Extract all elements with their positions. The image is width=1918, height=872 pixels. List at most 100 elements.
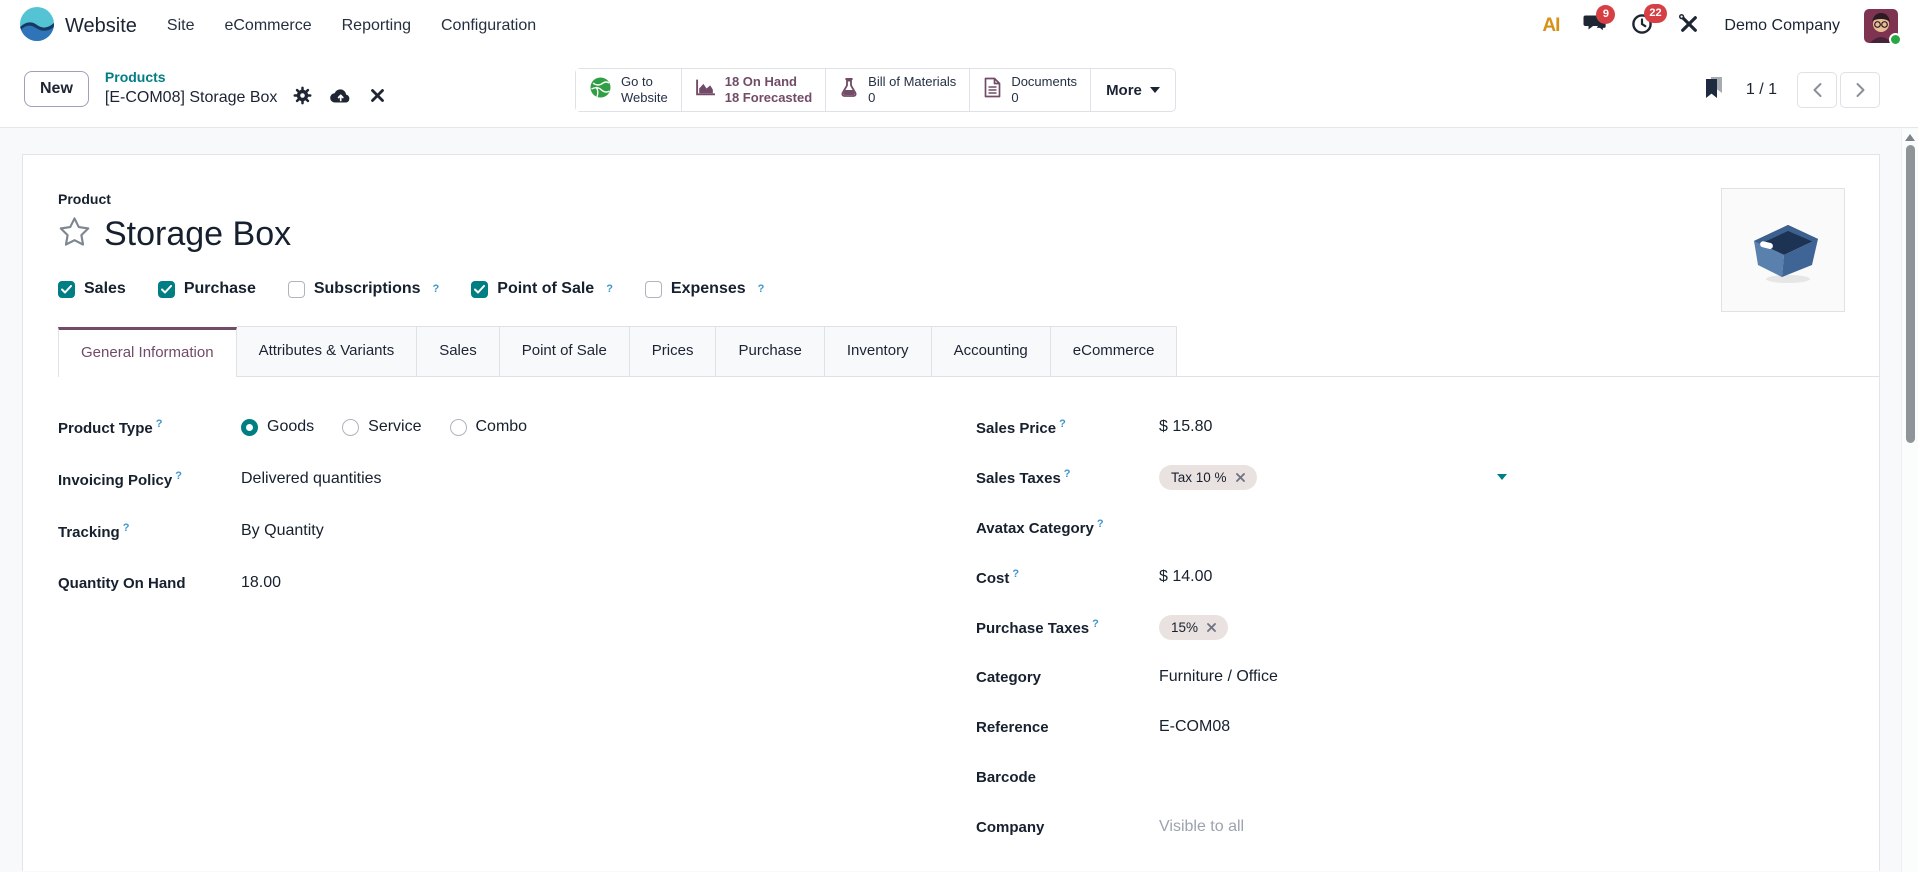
- company-selector[interactable]: Demo Company: [1724, 17, 1840, 35]
- checkbox[interactable]: [644, 280, 662, 298]
- help-icon[interactable]: ?: [606, 283, 613, 295]
- breadcrumb-products-link[interactable]: Products: [105, 68, 386, 86]
- field-category: Category Furniture / Office: [976, 663, 1819, 691]
- toggle-subscriptions[interactable]: Subscriptions?: [287, 280, 440, 298]
- favorite-star-icon[interactable]: [58, 216, 91, 253]
- toggle-sales[interactable]: Sales: [58, 280, 126, 298]
- new-button[interactable]: New: [24, 71, 89, 108]
- tracking-select[interactable]: By Quantity: [241, 522, 324, 540]
- tab-point-of-sale[interactable]: Point of Sale: [499, 326, 630, 376]
- nav-menu-configuration[interactable]: Configuration: [441, 17, 536, 35]
- pager-previous-button[interactable]: [1797, 71, 1837, 108]
- tag-remove-icon[interactable]: [1207, 622, 1216, 632]
- nav-menu-ecommerce[interactable]: eCommerce: [224, 17, 311, 35]
- tax-tag-label: 15%: [1171, 619, 1199, 635]
- radio-button[interactable]: [342, 418, 360, 436]
- area-chart-icon: [695, 78, 716, 102]
- discard-close-icon[interactable]: [370, 88, 385, 110]
- activities-button[interactable]: 22: [1631, 4, 1667, 40]
- help-icon[interactable]: ?: [1097, 518, 1104, 530]
- nav-menu-reporting[interactable]: Reporting: [342, 17, 411, 35]
- help-icon[interactable]: ?: [1012, 568, 1019, 580]
- field-avatax-category: Avatax Category?: [976, 513, 1819, 541]
- help-icon[interactable]: ?: [758, 283, 765, 295]
- field-label: Category: [976, 668, 1042, 686]
- pager-next-button[interactable]: [1840, 71, 1880, 108]
- help-icon[interactable]: ?: [123, 522, 130, 534]
- help-icon[interactable]: ?: [1092, 618, 1099, 630]
- tab-inventory[interactable]: Inventory: [824, 326, 932, 376]
- settings-gear-icon[interactable]: [293, 86, 312, 112]
- invoicing-policy-select[interactable]: Delivered quantities: [241, 470, 382, 488]
- stat-label: 18 Forecasted: [724, 90, 813, 105]
- scroll-up-arrow-icon[interactable]: [1905, 134, 1915, 141]
- product-image-thumbnail[interactable]: [1721, 188, 1845, 312]
- on-hand-stat-button[interactable]: 18 On Hand 18 Forecasted: [681, 69, 827, 111]
- tab-prices[interactable]: Prices: [629, 326, 717, 376]
- field-sales-price: Sales Price? $ 15.80: [976, 413, 1819, 441]
- sales-taxes-input[interactable]: Tax 10 %: [1159, 464, 1507, 490]
- radio-combo[interactable]: Combo: [449, 418, 527, 436]
- toggle-expenses[interactable]: Expenses?: [644, 280, 765, 298]
- help-icon[interactable]: ?: [1064, 468, 1071, 480]
- tab-sales[interactable]: Sales: [417, 326, 500, 376]
- toggle-point-of-sale[interactable]: Point of Sale?: [471, 280, 613, 298]
- quantity-on-hand-value[interactable]: 18.00: [241, 574, 281, 592]
- toggle-purchase[interactable]: Purchase: [157, 280, 256, 298]
- save-cloud-upload-icon[interactable]: [329, 86, 353, 111]
- nav-menu-site[interactable]: Site: [167, 17, 195, 35]
- stat-label: Website: [621, 90, 668, 105]
- cost-input[interactable]: $ 14.00: [1159, 568, 1212, 586]
- product-form-sheet: Product Storage Box Sales Purchase Subsc: [22, 154, 1880, 871]
- tools-icon[interactable]: [1678, 13, 1700, 40]
- toggle-label: Expenses: [670, 280, 746, 297]
- tab-attributes-variants[interactable]: Attributes & Variants: [236, 326, 418, 376]
- documents-stat-button[interactable]: Documents 0: [970, 69, 1092, 111]
- tab-accounting[interactable]: Accounting: [931, 326, 1051, 376]
- scrollbar-thumb[interactable]: [1906, 145, 1915, 443]
- general-information-panel: Product Type? Goods Service Combo Invoic…: [58, 377, 1879, 863]
- dropdown-caret-icon[interactable]: [1497, 474, 1507, 480]
- field-label: Cost: [976, 569, 1010, 587]
- radio-button[interactable]: [241, 418, 258, 436]
- help-icon[interactable]: ?: [175, 470, 182, 482]
- more-label: More: [1106, 81, 1142, 99]
- app-switcher[interactable]: Website: [20, 6, 137, 46]
- stat-label: Documents: [1011, 73, 1078, 89]
- field-quantity-on-hand: Quantity On Hand 18.00: [58, 569, 976, 597]
- reference-input[interactable]: E-COM08: [1159, 718, 1230, 736]
- radio-button[interactable]: [449, 418, 467, 436]
- ai-assistant-icon[interactable]: AI: [1542, 15, 1560, 37]
- help-icon[interactable]: ?: [433, 283, 440, 295]
- sales-price-input[interactable]: $ 15.80: [1159, 418, 1212, 436]
- checkbox[interactable]: [471, 280, 489, 298]
- checkbox[interactable]: [287, 280, 305, 298]
- field-label: Avatax Category: [976, 519, 1094, 537]
- tab-ecommerce[interactable]: eCommerce: [1050, 326, 1178, 376]
- go-to-website-button[interactable]: Go to Website: [576, 69, 682, 111]
- top-nav-bar: Website Site eCommerce Reporting Configu…: [0, 0, 1918, 52]
- user-avatar[interactable]: [1864, 9, 1902, 46]
- product-name-input[interactable]: Storage Box: [104, 215, 291, 254]
- tag-remove-icon[interactable]: [1235, 472, 1245, 482]
- messages-button[interactable]: 9: [1583, 4, 1616, 40]
- field-tracking: Tracking? By Quantity: [58, 517, 976, 545]
- more-dropdown-button[interactable]: More: [1091, 69, 1175, 111]
- radio-service[interactable]: Service: [342, 418, 422, 436]
- vertical-scrollbar[interactable]: [1901, 129, 1918, 872]
- help-icon[interactable]: ?: [1059, 418, 1066, 430]
- radio-goods[interactable]: Goods: [241, 418, 314, 436]
- tab-purchase[interactable]: Purchase: [716, 326, 825, 376]
- bookmark-icon[interactable]: [1702, 76, 1726, 104]
- tab-general-information[interactable]: General Information: [58, 327, 237, 377]
- checkbox[interactable]: [157, 280, 175, 298]
- company-input[interactable]: Visible to all: [1159, 818, 1244, 836]
- field-product-type: Product Type? Goods Service Combo: [58, 413, 976, 441]
- stat-button-box: Go to Website 18 On Hand 18 Forecasted B…: [575, 68, 1176, 112]
- category-input[interactable]: Furniture / Office: [1159, 668, 1278, 686]
- messages-count-badge: 9: [1596, 4, 1616, 24]
- bill-of-materials-stat-button[interactable]: Bill of Materials 0: [826, 69, 971, 111]
- help-icon[interactable]: ?: [156, 418, 163, 430]
- checkbox[interactable]: [58, 280, 75, 298]
- field-label: Reference: [976, 718, 1049, 736]
